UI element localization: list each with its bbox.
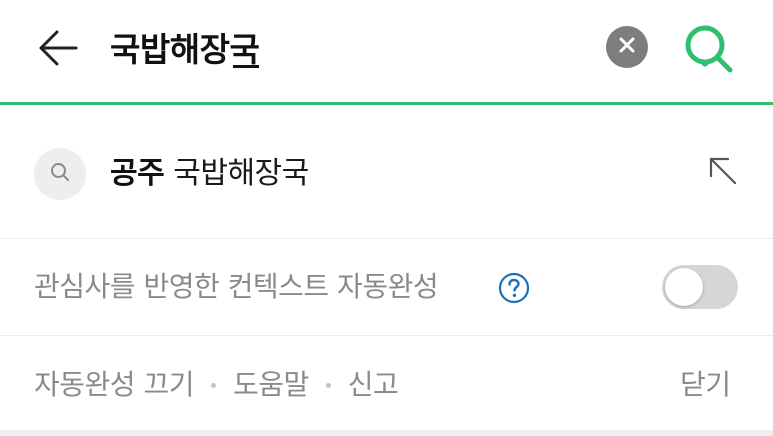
help-button[interactable] — [498, 272, 530, 304]
arrow-left-icon — [36, 28, 80, 72]
close-circle-icon — [618, 36, 636, 58]
footer-bar: 자동완성 끄기 도움말 신고 닫기 — [0, 336, 773, 432]
context-autocomplete-row: 관심사를 반영한 컨텍스트 자동완성 — [0, 239, 773, 336]
separator-dot — [325, 382, 331, 388]
report-link[interactable]: 신고 — [348, 363, 399, 407]
text-cursor — [233, 65, 260, 68]
suggestion-highlight: 공주 — [110, 156, 165, 191]
fill-query-button[interactable] — [700, 150, 746, 196]
search-icon — [49, 161, 71, 187]
suggestion-search-icon-badge — [34, 148, 86, 200]
context-autocomplete-label: 관심사를 반영한 컨텍스트 자동완성 — [34, 270, 439, 303]
toggle-knob — [665, 268, 703, 306]
suggestion-rest: 국밥해장국 — [164, 156, 309, 191]
clear-search-button[interactable] — [606, 26, 648, 68]
search-query-text: 국밥해장국 — [110, 30, 260, 69]
back-button[interactable] — [30, 24, 86, 76]
search-icon — [682, 22, 736, 80]
context-autocomplete-toggle[interactable] — [662, 265, 738, 309]
help-link[interactable]: 도움말 — [233, 363, 309, 407]
search-button[interactable] — [680, 22, 738, 80]
turn-off-autocomplete-link[interactable]: 자동완성 끄기 — [34, 363, 194, 407]
suggestion-item[interactable]: 공주 국밥해장국 — [0, 105, 773, 239]
arrow-up-left-icon — [706, 154, 740, 192]
separator-dot — [210, 382, 216, 388]
search-input[interactable]: 국밥해장국 — [110, 22, 260, 78]
question-circle-icon — [498, 272, 530, 308]
bottom-divider — [0, 430, 773, 436]
close-button[interactable]: 닫기 — [680, 363, 731, 407]
search-header: 국밥해장국 — [0, 0, 773, 105]
footer-links: 자동완성 끄기 도움말 신고 — [34, 363, 399, 407]
suggestion-text: 공주 국밥해장국 — [110, 151, 309, 197]
